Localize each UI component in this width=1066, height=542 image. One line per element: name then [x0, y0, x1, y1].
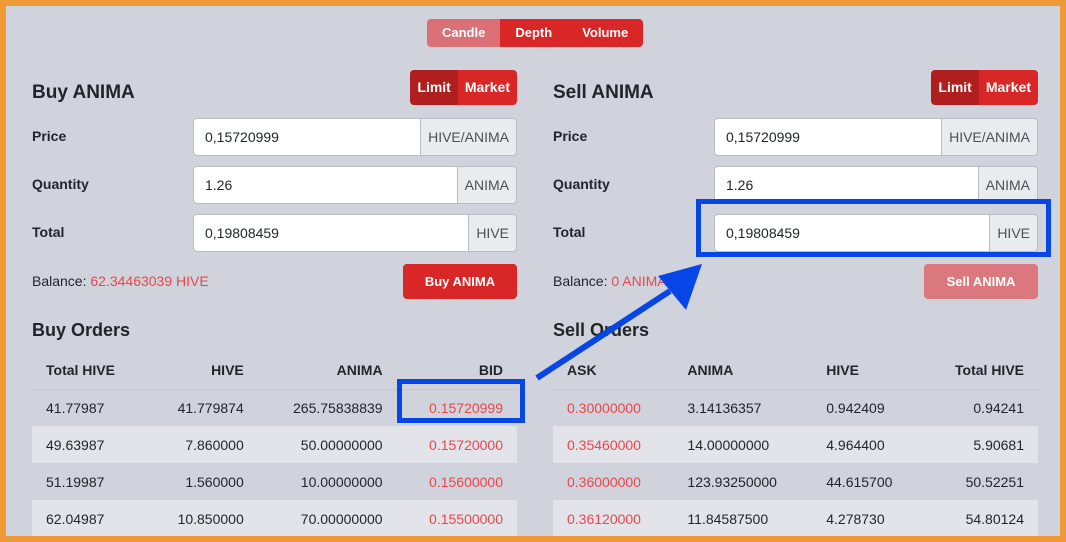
arrow-shaft	[535, 288, 672, 381]
arrow-head	[658, 264, 702, 310]
arrow-annotation	[535, 264, 702, 381]
exchange-panel: Candle Depth Volume Buy ANIMA Limit Mark…	[6, 6, 1060, 536]
